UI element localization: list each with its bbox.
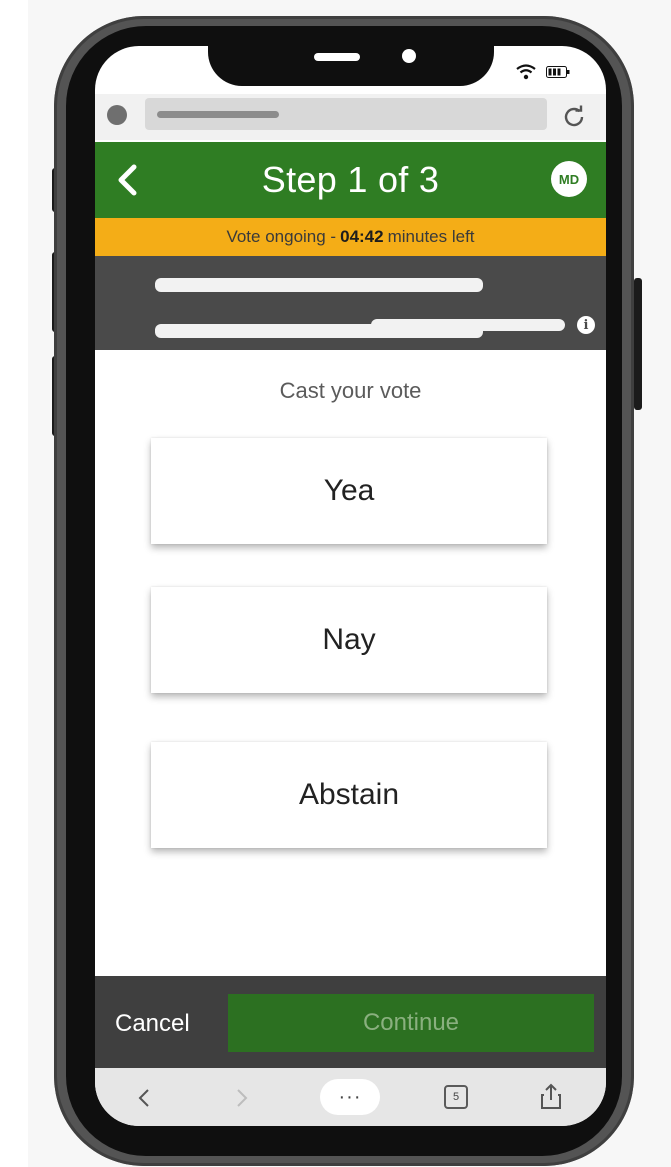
vote-option-nay[interactable]: Nay [151, 587, 547, 693]
avatar[interactable]: MD [551, 161, 587, 197]
timer-banner: Vote ongoing - 04:42 minutes left [95, 218, 606, 256]
forward-arrow-icon[interactable] [235, 1088, 249, 1113]
battery-icon [546, 66, 570, 78]
info-icon[interactable]: i [577, 316, 595, 334]
site-icon [107, 105, 127, 125]
share-icon[interactable] [539, 1082, 563, 1115]
vote-option-abstain[interactable]: Abstain [151, 742, 547, 848]
more-icon[interactable]: ··· [320, 1079, 380, 1115]
url-field[interactable] [145, 98, 547, 130]
url-placeholder-line [157, 111, 279, 118]
phone-screen: Step 1 of 3 MD Vote ongoing - 04:42 minu… [95, 46, 606, 1126]
timer-value: 04:42 [340, 227, 384, 246]
power-button [634, 278, 642, 410]
reload-icon[interactable] [561, 104, 587, 130]
info-band [95, 256, 606, 350]
timer-suffix: minutes left [387, 227, 475, 246]
redacted-title-line [155, 278, 483, 292]
status-bar [516, 64, 570, 80]
tabs-icon[interactable]: 5 [444, 1085, 468, 1109]
continue-button[interactable]: Continue [228, 994, 594, 1052]
back-arrow-icon[interactable] [137, 1088, 151, 1113]
speaker-grille [314, 53, 360, 61]
app-header: Step 1 of 3 MD [95, 142, 606, 218]
cancel-button[interactable]: Cancel [115, 1010, 190, 1038]
wifi-icon [516, 64, 536, 80]
timer-prefix: Vote ongoing - [226, 227, 337, 246]
browser-toolbar: ··· 5 [95, 1068, 606, 1126]
phone-notch [208, 36, 494, 86]
redacted-subtitle-line [371, 319, 565, 331]
page-title: Step 1 of 3 [261, 159, 440, 200]
vote-option-yea[interactable]: Yea [151, 438, 547, 544]
front-camera [402, 49, 416, 63]
vote-prompt: Cast your vote [279, 378, 422, 403]
action-bar: Cancel Continue [95, 976, 606, 1068]
